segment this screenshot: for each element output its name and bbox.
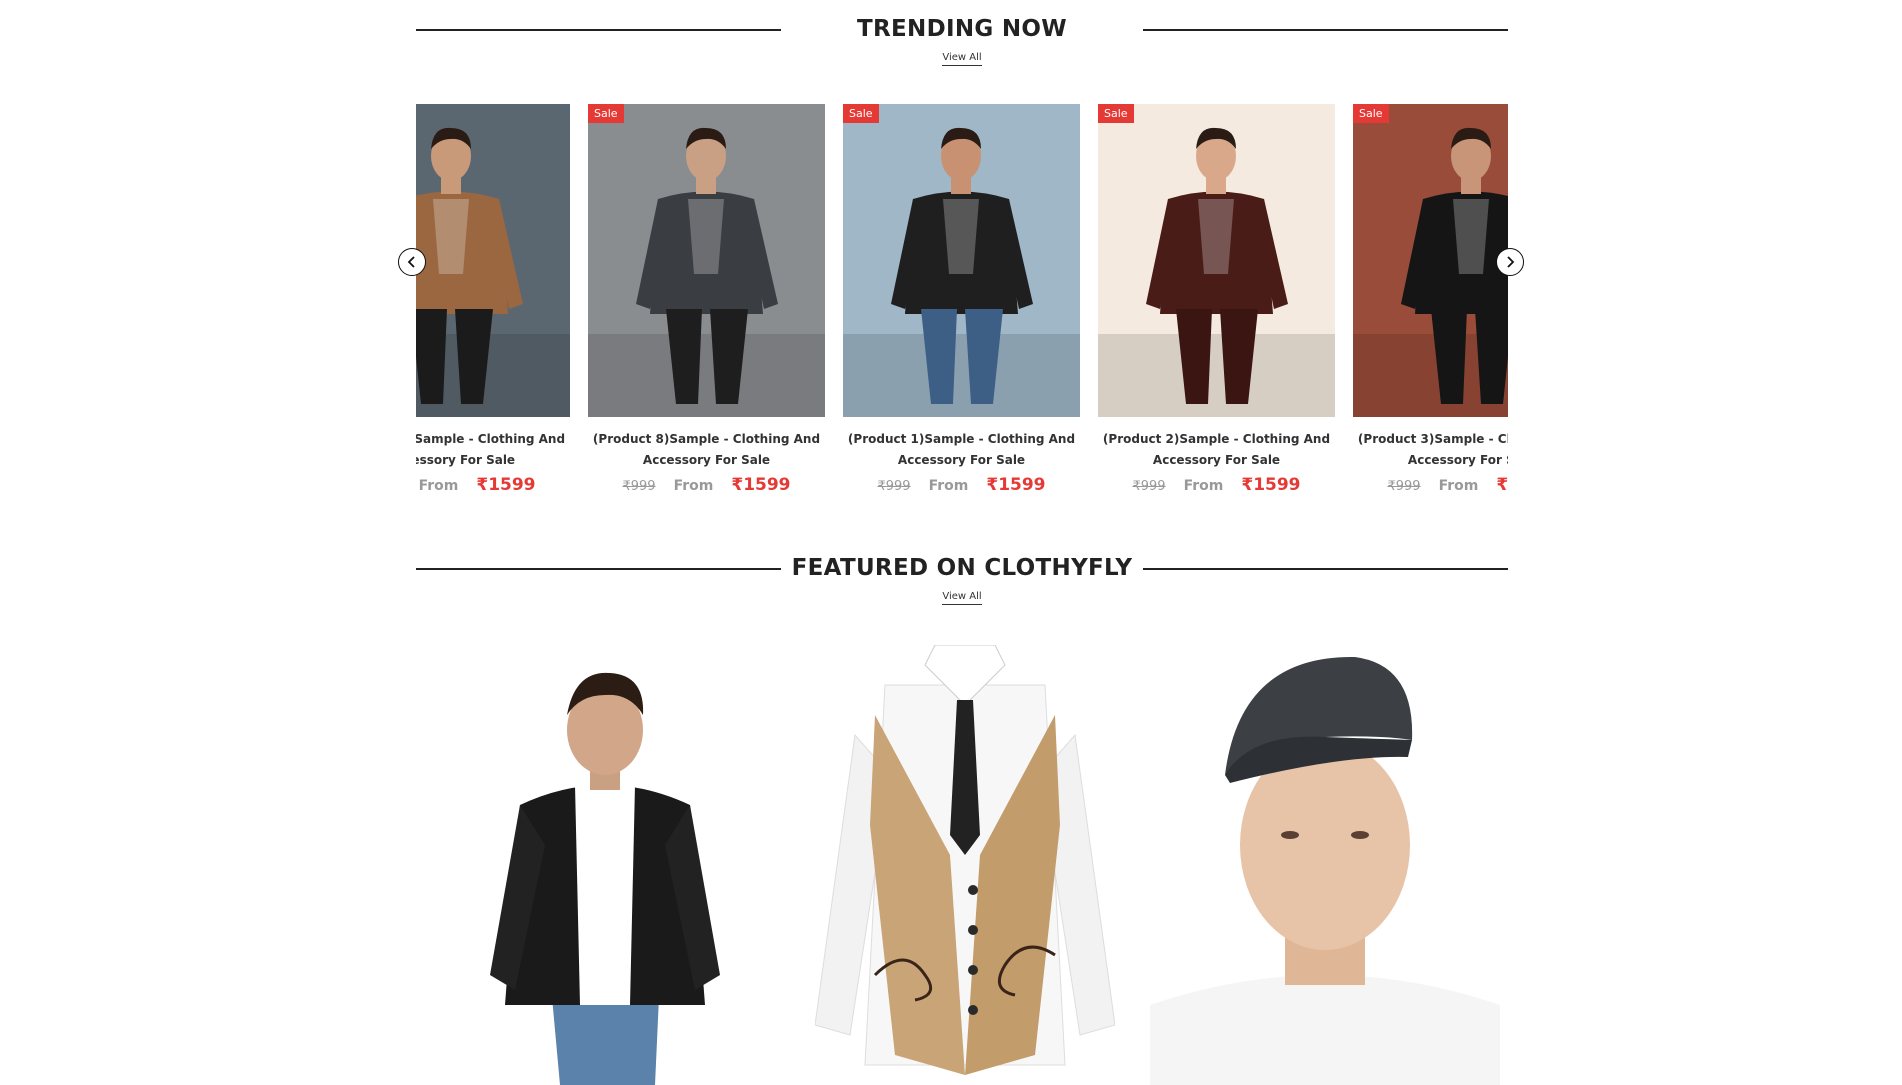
product-image[interactable] bbox=[416, 104, 570, 417]
sale-price: ₹1599 bbox=[986, 475, 1046, 495]
from-label: From bbox=[673, 478, 714, 494]
product-photo bbox=[588, 104, 825, 417]
product-title[interactable]: (Product 1)Sample - Clothing And Accesso… bbox=[843, 429, 1080, 471]
product-card[interactable]: Sale (Product 8)Sample - Clothing And Ac… bbox=[588, 104, 825, 495]
product-image[interactable]: Sale bbox=[1098, 104, 1335, 417]
product-title[interactable]: (Product 2)Sample - Clothing And Accesso… bbox=[1098, 429, 1335, 471]
trending-carousel: (Product 7)Sample - Clothing And Accesso… bbox=[416, 104, 1508, 504]
chevron-right-icon bbox=[1507, 256, 1515, 268]
sale-price: ₹1599 bbox=[476, 475, 536, 495]
sale-price: ₹1599 bbox=[1496, 475, 1508, 495]
waistcoat-image bbox=[815, 645, 1115, 1075]
product-photo bbox=[416, 104, 570, 417]
divider-right bbox=[1143, 29, 1508, 31]
old-price: ₹999 bbox=[1387, 479, 1421, 494]
featured-item-flat-cap[interactable] bbox=[1150, 645, 1500, 1085]
jacket-image bbox=[490, 672, 720, 1085]
divider-left bbox=[416, 568, 781, 570]
product-image[interactable]: Sale bbox=[588, 104, 825, 417]
product-photo bbox=[843, 104, 1080, 417]
carousel-next-button[interactable] bbox=[1496, 248, 1524, 276]
product-title[interactable]: (Product 3)Sample - Clothing And Accesso… bbox=[1353, 429, 1508, 471]
product-photo bbox=[1353, 104, 1508, 417]
product-card[interactable]: Sale (Product 1)Sample - Clothing And Ac… bbox=[843, 104, 1080, 495]
price-row: ₹999 From ₹1599 bbox=[588, 475, 825, 495]
old-price: ₹999 bbox=[622, 479, 656, 494]
sale-price: ₹1599 bbox=[731, 475, 791, 495]
sale-badge: Sale bbox=[1353, 104, 1389, 124]
product-title[interactable]: (Product 7)Sample - Clothing And Accesso… bbox=[416, 429, 570, 471]
product-title[interactable]: (Product 8)Sample - Clothing And Accesso… bbox=[588, 429, 825, 471]
price-row: ₹999 From ₹1599 bbox=[1098, 475, 1335, 495]
carousel-track: (Product 7)Sample - Clothing And Accesso… bbox=[416, 104, 1508, 495]
featured-header: FEATURED ON CLOTHYFLY View All bbox=[416, 557, 1508, 605]
divider-right bbox=[1143, 568, 1508, 570]
carousel-prev-button[interactable] bbox=[398, 248, 426, 276]
old-price: ₹999 bbox=[877, 479, 911, 494]
old-price: ₹999 bbox=[1132, 479, 1166, 494]
featured-item-waistcoat[interactable] bbox=[815, 645, 1115, 1085]
sale-price: ₹1599 bbox=[1241, 475, 1301, 495]
price-row: ₹999 From ₹1599 bbox=[1353, 475, 1508, 495]
price-row: ₹999 From ₹1599 bbox=[416, 475, 570, 495]
flat-cap-image bbox=[1150, 656, 1500, 1085]
sale-badge: Sale bbox=[1098, 104, 1134, 124]
trending-view-all-link[interactable]: View All bbox=[942, 52, 982, 66]
product-photo bbox=[1098, 104, 1335, 417]
product-image[interactable]: Sale bbox=[843, 104, 1080, 417]
product-card[interactable]: (Product 7)Sample - Clothing And Accesso… bbox=[416, 104, 570, 495]
from-label: From bbox=[1183, 478, 1224, 494]
sale-badge: Sale bbox=[588, 104, 624, 124]
featured-grid bbox=[0, 645, 1902, 1085]
product-image[interactable]: Sale bbox=[1353, 104, 1508, 417]
from-label: From bbox=[1438, 478, 1479, 494]
sale-badge: Sale bbox=[843, 104, 879, 124]
featured-item-jacket[interactable] bbox=[480, 645, 730, 1085]
featured-view-all-link[interactable]: View All bbox=[942, 591, 982, 605]
price-row: ₹999 From ₹1599 bbox=[843, 475, 1080, 495]
from-label: From bbox=[418, 478, 459, 494]
from-label: From bbox=[928, 478, 969, 494]
divider-left bbox=[416, 29, 781, 31]
chevron-left-icon bbox=[407, 256, 415, 268]
product-card[interactable]: Sale (Product 2)Sample - Clothing And Ac… bbox=[1098, 104, 1335, 495]
trending-header: TRENDING NOW View All bbox=[416, 18, 1508, 66]
product-card[interactable]: Sale (Product 3)Sample - Clothing And Ac… bbox=[1353, 104, 1508, 495]
